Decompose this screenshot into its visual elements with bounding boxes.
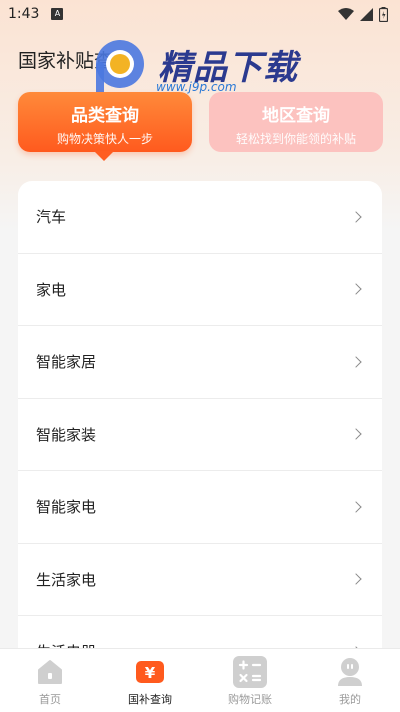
category-list: 汽车 家电 智能家居 智能家装 智能家电 生活家电 生活电器	[18, 181, 382, 712]
svg-text:¥: ¥	[145, 664, 156, 682]
status-icons	[338, 6, 388, 22]
list-item-label: 智能家电	[36, 498, 97, 517]
home-icon	[32, 656, 68, 688]
list-item-label: 汽车	[36, 208, 67, 227]
tab-region-title: 地区查询	[262, 106, 330, 126]
wifi-icon	[338, 8, 354, 20]
nav-ledger-label: 购物记账	[228, 693, 272, 706]
list-item-label: 智能家居	[36, 353, 97, 372]
nav-subsidy-query[interactable]: ¥ 国补查询	[100, 649, 200, 712]
tab-region-query[interactable]: 地区查询 轻松找到你能领的补贴	[209, 92, 383, 152]
bottom-nav: 首页 ¥ 国补查询 购物记账 我的	[0, 648, 400, 712]
chevron-right-icon	[350, 211, 362, 223]
chevron-right-icon	[350, 573, 362, 585]
profile-icon	[332, 656, 368, 688]
list-item-appliances[interactable]: 家电	[18, 254, 382, 326]
list-item-label: 生活家电	[36, 570, 97, 589]
chevron-right-icon	[350, 428, 362, 440]
chevron-right-icon	[350, 356, 362, 368]
chevron-right-icon	[350, 501, 362, 513]
nav-home[interactable]: 首页	[0, 649, 100, 712]
chevron-right-icon	[350, 283, 362, 295]
list-item-home-appliances[interactable]: 生活家电	[18, 544, 382, 616]
battery-icon	[379, 6, 388, 22]
status-bar: 1:43 A	[0, 0, 400, 28]
watermark: 精品下载 www.j9p.com	[88, 36, 338, 100]
list-item-label: 家电	[36, 280, 67, 299]
app-screen: 1:43 A 国家补贴查询 精品下载 www.j9p.com 品类查询 购物决策…	[0, 0, 400, 712]
signal-icon	[360, 7, 373, 21]
nav-profile-label: 我的	[339, 693, 361, 706]
yuan-ticket-icon: ¥	[132, 656, 168, 688]
status-time: 1:43	[8, 6, 40, 22]
list-item-car[interactable]: 汽车	[18, 181, 382, 254]
tab-category-subtitle: 购物决策快人一步	[56, 132, 153, 146]
list-item-smart-appliances[interactable]: 智能家电	[18, 471, 382, 544]
tab-category-query[interactable]: 品类查询 购物决策快人一步	[18, 92, 192, 161]
tab-region-subtitle: 轻松找到你能领的补贴	[235, 132, 356, 146]
list-item-label: 智能家装	[36, 425, 97, 444]
nav-profile[interactable]: 我的	[300, 649, 400, 712]
nav-subsidy-label: 国补查询	[128, 693, 172, 706]
watermark-logo-icon	[96, 40, 144, 98]
list-item-smart-home[interactable]: 智能家居	[18, 326, 382, 399]
nav-shopping-ledger[interactable]: 购物记账	[200, 649, 300, 712]
list-item-smart-decor[interactable]: 智能家装	[18, 399, 382, 471]
notification-icon: A	[51, 8, 64, 20]
tab-category-title: 品类查询	[71, 106, 139, 126]
nav-home-label: 首页	[39, 693, 61, 706]
calculator-icon	[232, 656, 268, 688]
